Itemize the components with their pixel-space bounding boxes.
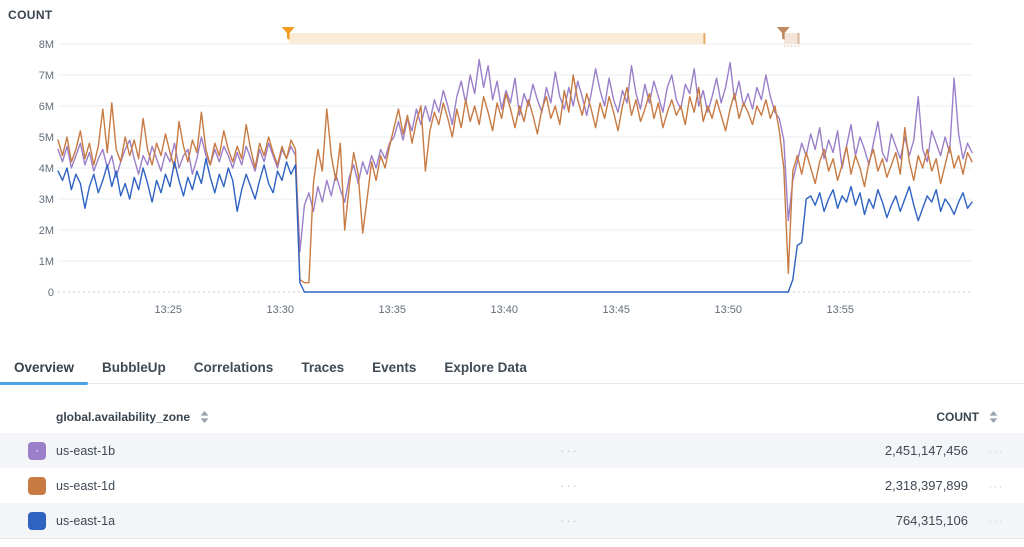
table-header: global.availability_zone COUNT	[0, 400, 1024, 433]
row-menu-ellipsis[interactable]: ···	[560, 443, 579, 458]
tab-explore-data[interactable]: Explore Data	[444, 360, 527, 375]
y-axis-tick: 3M	[39, 194, 54, 206]
x-axis-tick: 13:35	[378, 304, 406, 316]
timeseries-chart[interactable]: COUNT 01M2M3M4M5M6M7M8M13:2513:3013:3513…	[0, 0, 1024, 322]
tab-bar: Overview BubbleUp Correlations Traces Events…	[0, 352, 1024, 384]
x-axis-tick: 13:55	[827, 304, 855, 316]
x-axis-tick: 13:40	[490, 304, 518, 316]
y-axis-tick: 4M	[39, 163, 54, 175]
x-axis-tick: 13:45	[602, 304, 630, 316]
availability-zone-value: us-east-1b	[56, 444, 115, 458]
trigger-window-edge	[703, 33, 705, 44]
series-color-swatch	[28, 477, 46, 495]
query-result-panel: COUNT 0 1M 2M 3M 4M 5M 6M 7M 8M 13:25 13:30 13:35 13…	[0, 0, 1024, 547]
trigger-window-band[interactable]	[289, 33, 706, 44]
tab-traces[interactable]: Traces	[301, 360, 344, 375]
count-value: 2,451,147,456	[885, 443, 968, 458]
count-value: 764,315,106	[896, 513, 968, 528]
count-value: 2,318,397,899	[885, 478, 968, 493]
row-actions-ellipsis[interactable]: ···	[968, 514, 1024, 528]
column-header-count[interactable]: COUNT	[936, 410, 979, 424]
y-axis-tick: 1M	[39, 256, 54, 268]
y-axis-tick: 0	[48, 287, 54, 299]
x-axis-tick: 13:30	[266, 304, 294, 316]
series-color-swatch	[28, 512, 46, 530]
row-menu-ellipsis[interactable]: ···	[560, 513, 579, 528]
tab-correlations[interactable]: Correlations	[194, 360, 274, 375]
table-row[interactable]: us-east-1d···2,318,397,899···	[0, 468, 1024, 503]
table-row[interactable]: us-east-1b···2,451,147,456···	[0, 433, 1024, 468]
results-table: global.availability_zone COUNT us-east-1…	[0, 400, 1024, 539]
series-line-us-east-1b	[58, 60, 972, 252]
sort-icon[interactable]	[989, 411, 998, 423]
availability-zone-value: us-east-1d	[56, 479, 115, 493]
y-axis-tick: 5M	[39, 132, 54, 144]
x-axis-tick: 13:50	[715, 304, 743, 316]
row-actions-ellipsis[interactable]: ···	[968, 444, 1024, 458]
availability-zone-value: us-east-1a	[56, 514, 115, 528]
tab-overview[interactable]: Overview	[14, 360, 74, 375]
x-axis-tick: 13:25	[154, 304, 182, 316]
y-axis-tick: 2M	[39, 225, 54, 237]
series-line-us-east-1a	[58, 159, 972, 292]
row-actions-ellipsis[interactable]: ···	[968, 479, 1024, 493]
sort-icon[interactable]	[200, 411, 209, 423]
trigger-window-band[interactable]	[784, 33, 800, 44]
tab-bubbleup[interactable]: BubbleUp	[102, 360, 166, 375]
y-axis-tick: 8M	[39, 39, 54, 51]
table-row[interactable]: us-east-1a···764,315,106···	[0, 503, 1024, 538]
tab-events[interactable]: Events	[372, 360, 416, 375]
y-axis-tick: 7M	[39, 70, 54, 82]
chart-canvas[interactable]: 0 1M 2M 3M 4M 5M 6M 7M 8M 13:25 13:30 13:35 13:40 13:…	[0, 0, 1024, 322]
active-tab-underline	[0, 382, 88, 385]
series-color-swatch	[28, 442, 46, 460]
y-axis-tick: 6M	[39, 101, 54, 113]
row-menu-ellipsis[interactable]: ···	[560, 478, 579, 493]
column-header-availability-zone[interactable]: global.availability_zone	[56, 410, 190, 424]
trigger-window-edge	[798, 33, 800, 44]
